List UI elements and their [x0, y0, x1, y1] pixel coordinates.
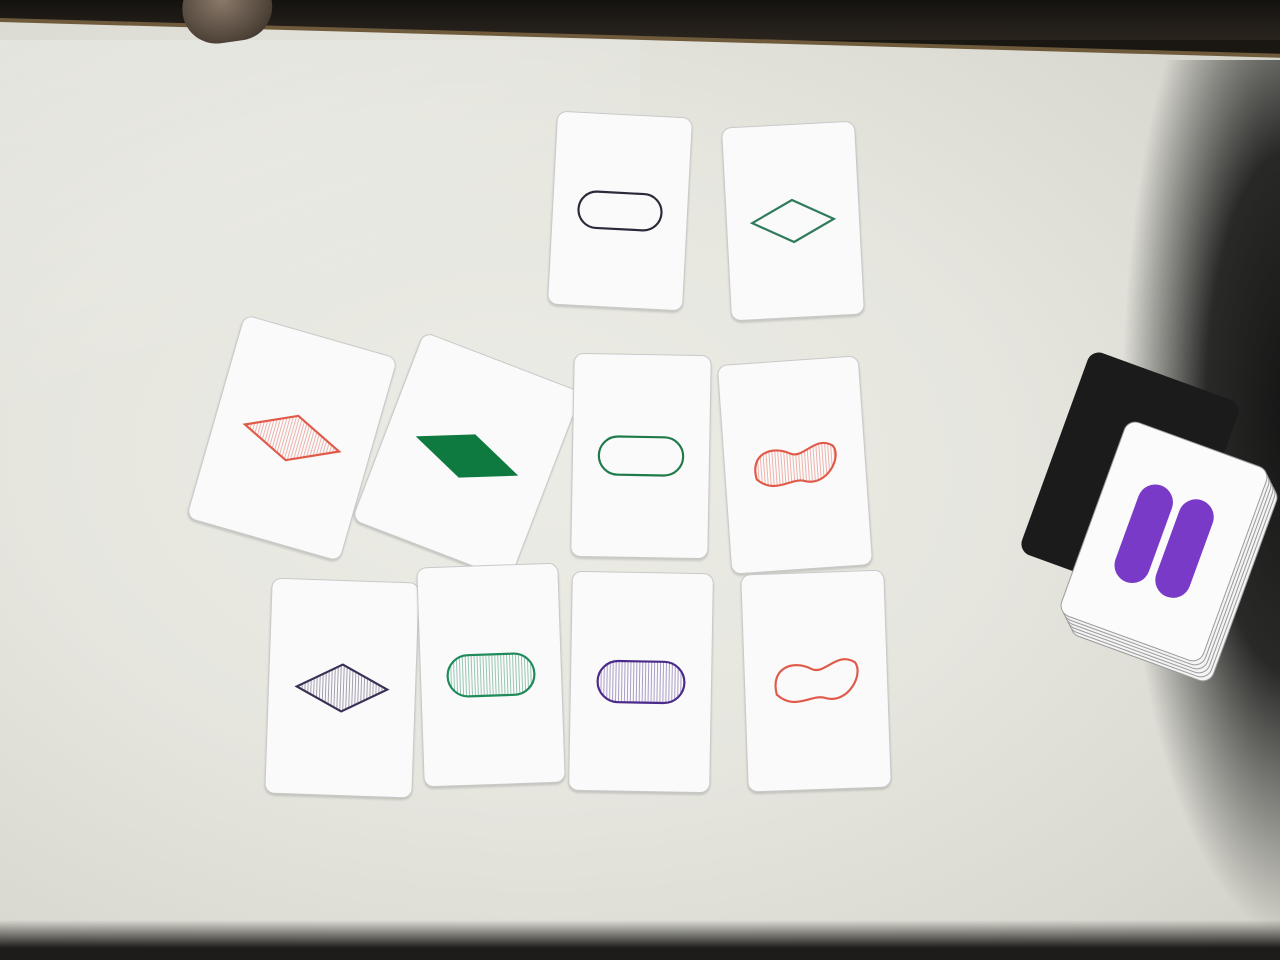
card-symbols — [446, 652, 536, 698]
game-table-scene — [0, 0, 1280, 960]
card-symbols — [577, 190, 663, 232]
oval-symbol — [596, 659, 686, 705]
card-symbols — [774, 658, 859, 703]
card-symbols — [597, 435, 685, 477]
set-card[interactable] — [568, 570, 714, 794]
set-card[interactable] — [740, 569, 892, 793]
set-card[interactable] — [721, 120, 865, 322]
diamond-symbol — [242, 414, 342, 462]
oval-symbol — [446, 652, 536, 698]
card-symbols — [294, 663, 390, 713]
set-card[interactable] — [547, 110, 693, 312]
bottom-shadow — [0, 920, 1280, 960]
card-symbols — [596, 659, 686, 705]
set-card[interactable] — [570, 352, 712, 560]
squiggle-symbol — [774, 658, 859, 703]
set-card[interactable] — [416, 562, 566, 788]
squiggle-symbol — [754, 442, 837, 487]
diamond-symbol — [749, 198, 837, 244]
diamond-symbol — [415, 434, 519, 478]
card-deck[interactable] — [1018, 349, 1280, 690]
card-symbols — [754, 442, 837, 487]
card-symbols — [749, 198, 837, 244]
set-card[interactable] — [716, 355, 874, 575]
diamond-symbol — [294, 663, 390, 713]
set-card[interactable] — [264, 577, 420, 799]
oval-symbol — [597, 435, 685, 477]
oval-symbol — [577, 190, 663, 232]
